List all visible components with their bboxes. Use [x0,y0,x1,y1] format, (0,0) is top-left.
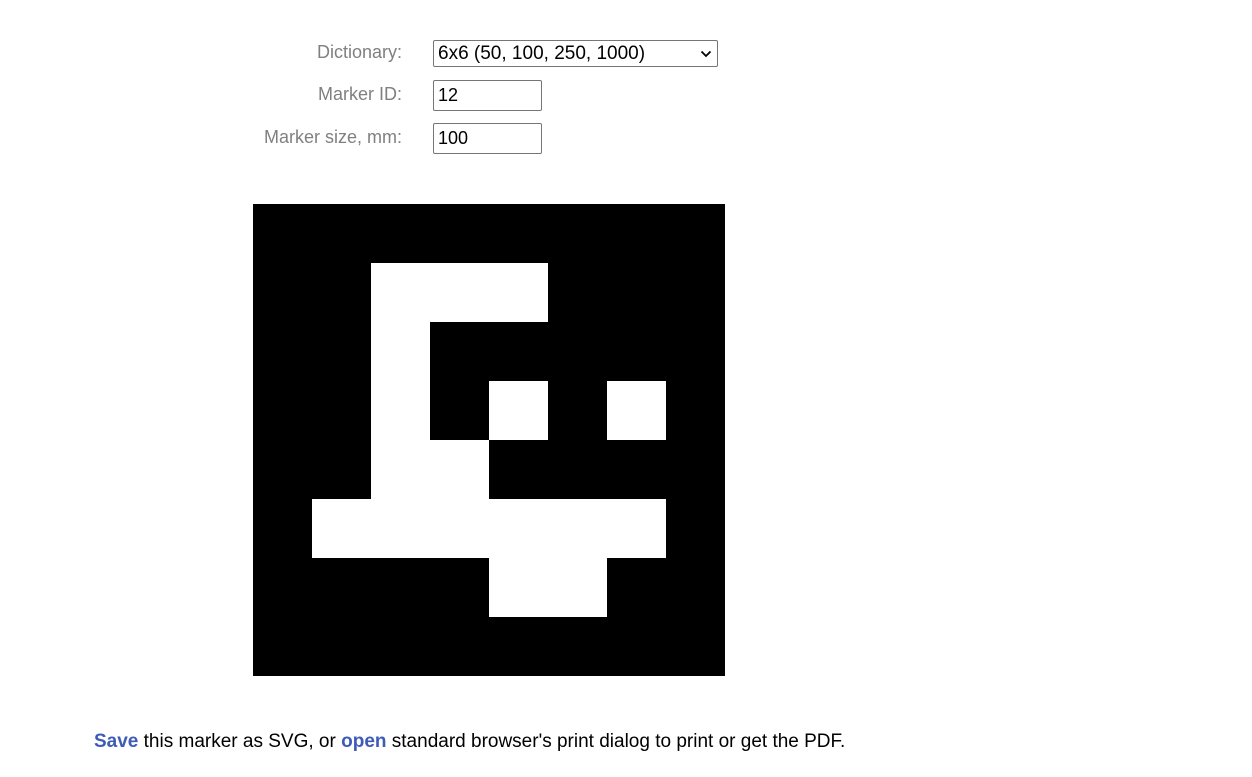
marker-cell [607,381,666,440]
chevron-down-icon [695,43,717,65]
marker-cell [666,617,725,676]
marker-cell [489,263,548,322]
marker-cell [607,440,666,499]
marker-cell [430,322,489,381]
footer-text-part-1: this marker as SVG, or [138,731,342,752]
marker-cell [666,322,725,381]
marker-cell [371,381,430,440]
marker-cell [666,263,725,322]
marker-cell [371,617,430,676]
footer-text-part-2: standard browser's print dialog to print… [386,731,846,752]
marker-cell [312,440,371,499]
marker-cell [312,381,371,440]
marker-cell [607,204,666,263]
marker-cell [371,558,430,617]
dictionary-select[interactable]: 6x6 (50, 100, 250, 1000) [433,40,718,67]
marker-cell [548,558,607,617]
footer-text: Save this marker as SVG, or open standar… [94,731,845,753]
marker-cell [312,617,371,676]
marker-cell [430,263,489,322]
marker-cell [312,499,371,558]
marker-cell [253,499,312,558]
marker-cell [548,204,607,263]
marker-cell [548,322,607,381]
marker-size-label: Marker size, mm: [263,127,402,147]
marker-cell [312,558,371,617]
marker-cell [489,617,548,676]
marker-cell [489,499,548,558]
marker-cell [666,499,725,558]
marker-cell [253,263,312,322]
marker-cell [253,558,312,617]
marker-cell [430,381,489,440]
marker-cell [607,617,666,676]
marker-cell [430,204,489,263]
marker-cell [253,381,312,440]
marker-cell [430,499,489,558]
marker-id-input[interactable] [433,80,542,111]
marker-id-label: Marker ID: [317,84,402,104]
marker-cell [666,440,725,499]
marker-cell [430,440,489,499]
marker-cell [548,263,607,322]
marker-size-input[interactable] [433,123,542,154]
open-print-dialog-link[interactable]: open [341,731,386,752]
marker-cell [430,617,489,676]
marker-cell [312,263,371,322]
dictionary-label: Dictionary: [316,42,402,62]
marker-cell [489,322,548,381]
marker-cell [253,440,312,499]
marker-cell [607,263,666,322]
dictionary-select-value: 6x6 (50, 100, 250, 1000) [438,42,646,64]
marker-cell [548,499,607,558]
marker-cell [489,204,548,263]
marker-cell [607,558,666,617]
marker-cell [371,204,430,263]
marker-cell [253,617,312,676]
marker-cell [489,558,548,617]
marker-cell [489,440,548,499]
marker-cell [371,440,430,499]
marker-cell [371,263,430,322]
save-link[interactable]: Save [94,731,138,752]
marker-cell [666,204,725,263]
marker-cell [666,381,725,440]
marker-cell [371,499,430,558]
marker-cell [253,204,312,263]
marker-cell [430,558,489,617]
marker-cell [253,322,312,381]
aruco-marker [253,204,725,676]
marker-cell [548,381,607,440]
marker-cell [666,558,725,617]
marker-cell [371,322,430,381]
marker-cell [607,499,666,558]
marker-cell [312,322,371,381]
marker-cell [548,440,607,499]
marker-cell [607,322,666,381]
marker-cell [548,617,607,676]
marker-cell [312,204,371,263]
marker-cell [489,381,548,440]
